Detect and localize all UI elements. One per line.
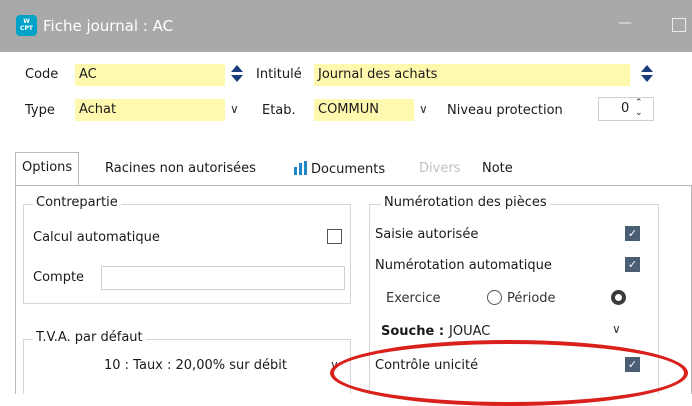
tab-documents[interactable]: Documents	[293, 161, 385, 177]
saisie-autorisee-checkbox[interactable]: ✓	[625, 226, 640, 241]
niveau-protection-stepper[interactable]: 0 ⌃ ⌄	[598, 97, 654, 121]
chevron-down-icon[interactable]: ∨	[419, 102, 428, 116]
intitule-field[interactable]: Journal des achats	[314, 64, 630, 86]
tab-divers: Divers	[419, 161, 461, 176]
code-spinner[interactable]	[230, 64, 244, 86]
compte-field[interactable]	[101, 266, 345, 290]
numerotation-automatique-checkbox[interactable]: ✓	[625, 257, 640, 272]
type-label: Type	[25, 103, 55, 118]
chevron-down-icon[interactable]: ∨	[612, 322, 621, 336]
title-bar: W CPT Fiche journal : AC —	[0, 0, 692, 52]
tab-documents-label: Documents	[311, 162, 386, 177]
window-title: Fiche journal : AC	[43, 17, 174, 35]
numerotation-title: Numérotation des pièces	[381, 195, 550, 210]
calcul-automatique-label: Calcul automatique	[33, 230, 160, 245]
tab-options[interactable]: Options	[15, 152, 80, 186]
bar-chart-icon	[294, 161, 307, 175]
type-select[interactable]: Achat	[75, 99, 225, 121]
code-field[interactable]: AC	[75, 64, 225, 86]
code-label: Code	[25, 67, 59, 82]
compte-label: Compte	[33, 270, 85, 285]
chevron-down-icon[interactable]: ∨	[230, 102, 239, 116]
tab-racines-non-autorisees[interactable]: Racines non autorisées	[105, 161, 256, 176]
etab-label: Etab.	[262, 103, 296, 118]
tva-title: T.V.A. par défaut	[33, 330, 146, 345]
calcul-automatique-checkbox[interactable]	[327, 229, 342, 244]
souche-label: Souche :	[381, 324, 445, 339]
tva-select[interactable]: 10 : Taux : 20,00% sur débit	[104, 358, 287, 373]
stepper-arrows-icon[interactable]: ⌃ ⌄	[635, 98, 643, 118]
periode-label: Période	[507, 291, 556, 306]
option-radio[interactable]	[611, 290, 626, 305]
niveau-protection-value: 0	[621, 101, 630, 116]
souche-select[interactable]: JOUAC	[449, 324, 490, 339]
tab-note[interactable]: Note	[482, 161, 513, 176]
numerotation-automatique-label: Numérotation automatique	[375, 258, 552, 273]
intitule-spinner[interactable]	[640, 64, 654, 86]
annotation-ellipse	[330, 340, 688, 406]
saisie-autorisee-label: Saisie autorisée	[375, 227, 479, 242]
intitule-label: Intitulé	[256, 67, 302, 82]
exercice-label: Exercice	[386, 291, 441, 306]
maximize-button[interactable]	[672, 18, 686, 32]
etab-select[interactable]: COMMUN	[314, 99, 414, 121]
minimize-button[interactable]: —	[618, 15, 632, 31]
contrepartie-title: Contrepartie	[33, 195, 121, 210]
niveau-protection-label: Niveau protection	[447, 103, 563, 118]
app-icon: W CPT	[16, 15, 37, 36]
periode-radio[interactable]	[487, 290, 502, 305]
